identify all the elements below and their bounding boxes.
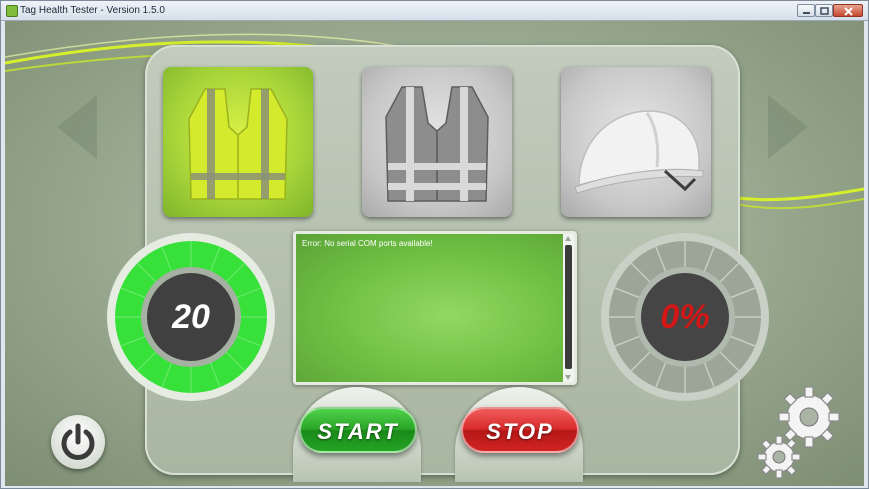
previous-item-button[interactable] (57, 95, 97, 159)
stop-button[interactable]: STOP (461, 407, 579, 453)
app-client-area: 20 0% Error: No serial COM ports availab… (5, 21, 864, 486)
reflective-vest-icon (385, 86, 489, 202)
minimize-icon (803, 12, 810, 14)
message-console[interactable]: Error: No serial COM ports available! (293, 231, 577, 385)
close-button[interactable] (833, 4, 863, 17)
maximize-icon (820, 7, 829, 15)
count-dial: 20 (105, 231, 277, 403)
card-hard-hat[interactable] (561, 67, 711, 217)
app-tag-icon (6, 5, 18, 17)
scroll-up-icon[interactable] (565, 236, 571, 241)
power-icon (61, 423, 95, 460)
settings-button[interactable] (753, 383, 843, 483)
power-button[interactable] (51, 415, 105, 469)
count-value: 20 (172, 298, 210, 336)
progress-value: 0% (660, 298, 710, 336)
card-gray-vest[interactable] (362, 67, 512, 217)
progress-dial: 0% (599, 231, 771, 403)
window-title: Tag Health Tester - Version 1.5.0 (20, 5, 165, 16)
minimize-button[interactable] (797, 4, 815, 17)
hard-hat-icon (574, 110, 704, 194)
safety-vest-icon (188, 88, 288, 200)
gears-icon (757, 386, 840, 479)
next-item-button[interactable] (768, 95, 808, 159)
maximize-button[interactable] (815, 4, 833, 17)
console-message: Error: No serial COM ports available! (302, 239, 433, 248)
app-window: Tag Health Tester - Version 1.5.0 20 0% … (0, 0, 869, 489)
title-bar[interactable]: Tag Health Tester - Version 1.5.0 (1, 1, 868, 21)
scroll-down-icon[interactable] (565, 375, 571, 380)
card-yellow-vest[interactable] (163, 67, 313, 217)
scroll-thumb[interactable] (565, 245, 572, 369)
console-scrollbar[interactable] (563, 234, 574, 382)
start-button[interactable]: START (299, 407, 417, 453)
close-icon (844, 7, 853, 16)
